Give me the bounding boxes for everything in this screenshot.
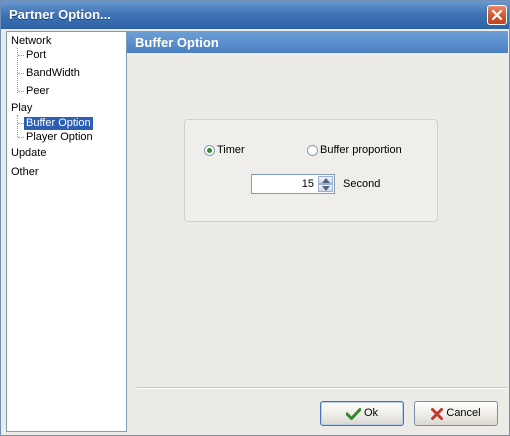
- tree-item-update[interactable]: Update: [11, 147, 46, 160]
- close-icon: [491, 9, 503, 21]
- tree-item-other[interactable]: Other: [11, 166, 39, 179]
- seconds-unit-label: Second: [343, 178, 381, 190]
- cancel-x-icon: [431, 407, 444, 420]
- ok-button-label: Ok: [363, 407, 379, 419]
- title-bar[interactable]: Partner Option...: [1, 1, 509, 29]
- spinner-up-button[interactable]: [318, 176, 333, 184]
- radio-selected-dot: [207, 147, 212, 153]
- arrow-up-icon: [322, 178, 330, 183]
- window-title: Partner Option...: [9, 7, 111, 22]
- divider: [137, 387, 507, 389]
- timer-radio-button[interactable]: [204, 144, 215, 156]
- tree-item-player-option[interactable]: Player Option: [24, 131, 95, 144]
- tree-item-network[interactable]: Network: [11, 35, 51, 48]
- buffer-proportion-radio-label[interactable]: Buffer proportion: [320, 144, 402, 156]
- timer-seconds-spinner[interactable]: 15: [251, 174, 335, 194]
- close-button[interactable]: [487, 5, 507, 25]
- timer-radio-label[interactable]: Timer: [217, 144, 245, 156]
- section-header: Buffer Option: [127, 31, 508, 53]
- tree-item-port[interactable]: Port: [24, 49, 48, 62]
- ok-button[interactable]: Ok: [320, 401, 404, 426]
- tree-item-bandwidth[interactable]: BandWidth: [24, 67, 82, 80]
- category-tree[interactable]: Network Port BandWidth Peer Play Buffer …: [6, 31, 127, 432]
- cancel-button[interactable]: Cancel: [414, 401, 498, 426]
- section-title: Buffer Option: [135, 35, 219, 50]
- buffer-option-group: Timer Buffer proportion 15 Second: [184, 119, 438, 222]
- buffer-proportion-radio-button[interactable]: [307, 144, 318, 156]
- settings-panel: Buffer Option Timer Buffer proportion 15…: [127, 31, 508, 432]
- tree-connector: [17, 115, 18, 137]
- checkmark-icon: [345, 407, 361, 420]
- timer-seconds-value[interactable]: 15: [302, 178, 314, 190]
- arrow-down-icon: [322, 186, 330, 191]
- tree-item-play[interactable]: Play: [11, 102, 32, 115]
- tree-item-peer[interactable]: Peer: [24, 85, 51, 98]
- spinner-down-button[interactable]: [318, 184, 333, 192]
- partner-option-dialog: Partner Option... Network Port BandWidth…: [0, 0, 510, 436]
- cancel-button-label: Cancel: [446, 407, 481, 419]
- buffer-proportion-radio[interactable]: Buffer proportion: [307, 143, 402, 157]
- timer-radio[interactable]: Timer: [204, 143, 245, 157]
- tree-item-buffer-option[interactable]: Buffer Option: [24, 117, 93, 130]
